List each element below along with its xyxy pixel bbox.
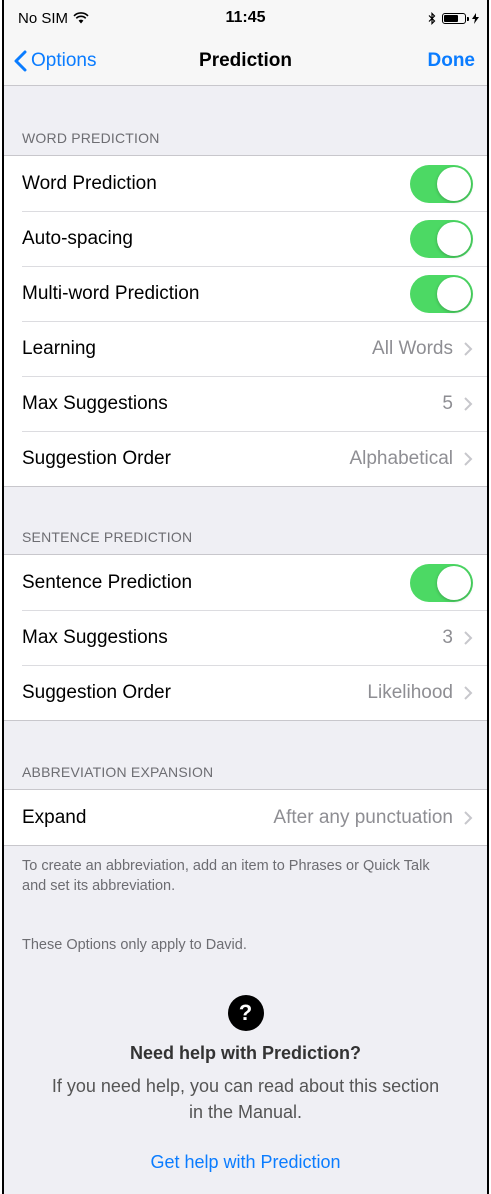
chevron-right-icon <box>464 451 473 466</box>
status-bar: No SIM 11:45 <box>4 0 487 36</box>
bluetooth-icon <box>428 11 436 25</box>
chevron-right-icon <box>464 685 473 700</box>
chevron-left-icon <box>14 50 27 71</box>
battery-icon <box>442 12 469 24</box>
toggle-knob <box>437 166 471 201</box>
back-button-label: Options <box>31 49 97 71</box>
chevron-right-icon <box>464 341 473 356</box>
toggle-knob <box>437 276 471 311</box>
help-link[interactable]: Get help with Prediction <box>4 1152 487 1173</box>
charging-icon <box>472 12 479 24</box>
question-circle-icon: ? <box>227 995 264 1031</box>
section-header-sentence-prediction: SENTENCE PREDICTION <box>22 529 193 545</box>
word-prediction-toggle[interactable] <box>410 164 473 203</box>
abbreviation-expansion-group: Expand After any punctuation <box>4 789 487 846</box>
row-value: Alphabetical <box>349 447 453 469</box>
row-label: Sentence Prediction <box>22 571 193 593</box>
abbreviation-footnote: To create an abbreviation, add an item t… <box>22 858 430 894</box>
toggle-knob <box>437 565 471 600</box>
section-header-word-prediction: WORD PREDICTION <box>22 130 160 146</box>
row-value: 5 <box>442 392 453 414</box>
auto-spacing-toggle[interactable] <box>410 219 473 258</box>
help-body: If you need help, you can read about thi… <box>51 1076 440 1122</box>
row-learning[interactable]: Learning All Words <box>4 321 487 376</box>
wifi-icon <box>73 12 89 24</box>
help-title: Need help with Prediction? <box>129 1043 362 1063</box>
row-word-prediction: Word Prediction <box>4 156 487 211</box>
toggle-knob <box>437 221 471 256</box>
row-value: Likelihood <box>367 681 453 703</box>
navigation-bar: Options Prediction Done <box>4 36 487 86</box>
row-label: Suggestion Order <box>22 447 171 469</box>
chevron-right-icon <box>464 810 473 825</box>
back-button[interactable]: Options <box>14 50 96 72</box>
chevron-right-icon <box>464 630 473 645</box>
section-header-abbreviation-expansion: ABBREVIATION EXPANSION <box>22 764 214 780</box>
sentence-prediction-toggle[interactable] <box>410 563 473 602</box>
carrier-label: No SIM <box>18 9 69 27</box>
row-max-suggestions[interactable]: Max Suggestions 3 <box>4 610 487 665</box>
row-label: Learning <box>22 337 96 359</box>
row-suggestion-order[interactable]: Suggestion Order Likelihood <box>4 665 487 720</box>
sentence-prediction-group: Sentence Prediction Max Suggestions 3 Su… <box>4 554 487 721</box>
row-label: Auto-spacing <box>22 227 133 249</box>
row-label: Word Prediction <box>22 172 157 194</box>
row-sentence-prediction: Sentence Prediction <box>4 555 487 610</box>
row-auto-spacing: Auto-spacing <box>4 211 487 266</box>
row-expand[interactable]: Expand After any punctuation <box>4 790 487 845</box>
row-multi-word-prediction: Multi-word Prediction <box>4 266 487 321</box>
status-left: No SIM <box>18 10 89 27</box>
multi-word-prediction-toggle[interactable] <box>410 274 473 313</box>
row-label: Suggestion Order <box>22 681 171 703</box>
row-suggestion-order[interactable]: Suggestion Order Alphabetical <box>4 431 487 486</box>
row-value: All Words <box>372 337 453 359</box>
status-right <box>428 11 479 25</box>
app-frame: No SIM 11:45 Options Prediction Done WOR… <box>2 0 489 1194</box>
row-label: Max Suggestions <box>22 626 168 648</box>
row-label: Multi-word Prediction <box>22 282 200 304</box>
row-label: Max Suggestions <box>22 392 168 414</box>
word-prediction-group: Word Prediction Auto-spacing Multi-word … <box>4 155 487 487</box>
done-button[interactable]: Done <box>428 50 476 72</box>
row-max-suggestions[interactable]: Max Suggestions 5 <box>4 376 487 431</box>
row-label: Expand <box>22 806 87 828</box>
options-note: These Options only apply to David. <box>22 937 247 953</box>
row-value: 3 <box>442 626 453 648</box>
row-value: After any punctuation <box>273 806 453 828</box>
chevron-right-icon <box>464 396 473 411</box>
